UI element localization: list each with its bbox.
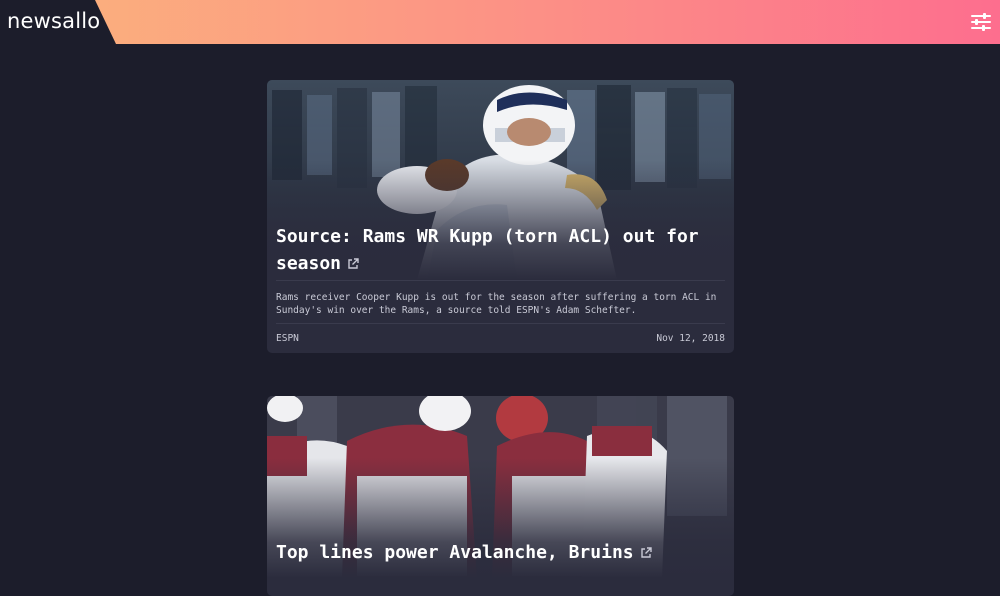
article-summary: Rams receiver Cooper Kupp is out for the… xyxy=(276,292,717,316)
sliders-icon xyxy=(971,13,991,31)
article-card[interactable]: Source: Rams WR Kupp (torn ACL) out for … xyxy=(267,80,734,353)
divider xyxy=(276,323,725,324)
article-title[interactable]: Source: Rams WR Kupp (torn ACL) out for … xyxy=(276,223,714,277)
top-header: newsallo xyxy=(0,0,1000,44)
settings-button[interactable] xyxy=(970,11,992,33)
external-link-icon[interactable] xyxy=(640,547,652,559)
article-title-text[interactable]: Top lines power Avalanche, Bruins xyxy=(276,542,634,563)
external-link-icon[interactable] xyxy=(347,258,359,270)
article-source[interactable]: ESPN xyxy=(276,333,299,344)
article-card[interactable]: Top lines power Avalanche, Bruins xyxy=(267,396,734,596)
article-meta: ESPN Nov 12, 2018 xyxy=(276,333,725,344)
article-date: Nov 12, 2018 xyxy=(656,333,725,344)
article-title-text[interactable]: Source: Rams WR Kupp (torn ACL) out for … xyxy=(276,226,699,274)
logo-container[interactable]: newsallo xyxy=(0,0,116,44)
article-title[interactable]: Top lines power Avalanche, Bruins xyxy=(276,539,714,566)
divider xyxy=(276,280,725,281)
app-logo[interactable]: newsallo xyxy=(7,9,100,33)
